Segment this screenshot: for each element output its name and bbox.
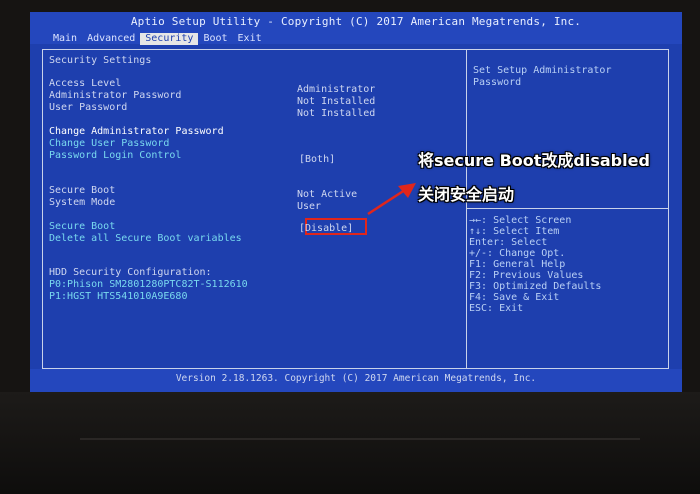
access-level-label: Access Level <box>49 78 122 89</box>
hdd-p1-item[interactable]: P1:HGST HTS541010A9E680 <box>49 291 187 303</box>
user-password-label: User Password <box>49 102 128 113</box>
version-text: Version 2.18.1263. Copyright (C) 2017 Am… <box>175 373 537 384</box>
panel-divider <box>466 50 467 368</box>
admin-password-label: Administrator Password <box>49 90 182 101</box>
help-text-line-2: Password <box>473 77 522 88</box>
tab-main[interactable]: Main <box>48 33 82 45</box>
password-login-control-value[interactable]: [Both] <box>299 154 335 166</box>
settings-panel: Security Settings Access Level Administr… <box>42 49 669 369</box>
change-user-password-item[interactable]: Change User Password <box>49 138 169 150</box>
secure-boot-option-label[interactable]: Secure Boot <box>49 221 115 233</box>
bezel-edge <box>80 438 640 440</box>
delete-secure-boot-vars-item[interactable]: Delete all Secure Boot variables <box>49 233 242 245</box>
laptop-bezel <box>0 392 700 494</box>
annotation-arrow-icon <box>367 183 416 216</box>
access-level-value: Administrator <box>297 84 376 95</box>
hdd-security-title: HDD Security Configuration: <box>49 267 212 278</box>
password-login-control-label[interactable]: Password Login Control <box>49 150 181 162</box>
system-mode-label: System Mode <box>49 197 116 208</box>
help-divider <box>467 208 669 209</box>
title-bar: Aptio Setup Utility - Copyright (C) 2017… <box>30 12 682 45</box>
bios-title: Aptio Setup Utility - Copyright (C) 2017… <box>130 15 582 28</box>
hdd-p0-item[interactable]: P0:Phison SM2801280PTC82T-S112610 <box>49 279 248 291</box>
annotation-line-2: 关闭安全启动 <box>418 185 515 204</box>
secure-boot-option-value[interactable]: [Disable] <box>299 223 353 235</box>
bios-screen: Aptio Setup Utility - Copyright (C) 2017… <box>30 12 682 392</box>
tab-boot[interactable]: Boot <box>198 33 232 45</box>
tab-exit[interactable]: Exit <box>233 33 267 45</box>
user-password-value: Not Installed <box>297 108 376 119</box>
section-title: Security Settings <box>49 55 152 66</box>
secure-boot-status-value: Not Active <box>297 189 358 200</box>
secure-boot-status-label: Secure Boot <box>49 185 116 196</box>
change-admin-password-item[interactable]: Change Administrator Password <box>49 126 224 138</box>
help-text-line-1: Set Setup Administrator <box>473 65 612 76</box>
key-esc-exit: ESC: Exit <box>469 303 524 314</box>
admin-password-value: Not Installed <box>297 96 376 107</box>
annotation-line-1: 将secure Boot改成disabled <box>418 151 650 170</box>
status-bar: Version 2.18.1263. Copyright (C) 2017 Am… <box>30 369 682 392</box>
tab-security[interactable]: Security <box>140 33 199 45</box>
tab-bar: Main Advanced Security Boot Exit <box>48 33 267 45</box>
system-mode-value: User <box>297 201 322 212</box>
tab-advanced[interactable]: Advanced <box>82 33 140 45</box>
